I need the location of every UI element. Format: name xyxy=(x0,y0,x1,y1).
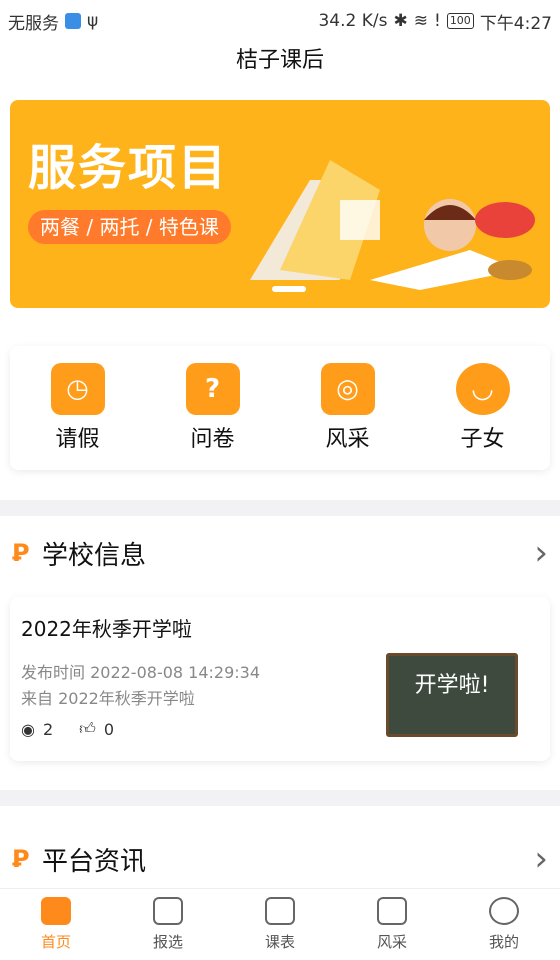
quick-leave-label: 请假 xyxy=(55,427,100,452)
hourglass-icon xyxy=(265,897,295,925)
tab-enroll[interactable]: 报选 xyxy=(128,897,208,952)
news-publish-time: 发布时间 2022-08-08 14:29:34 xyxy=(21,663,261,682)
user-icon xyxy=(489,897,519,925)
alert-icon: ! xyxy=(433,11,441,31)
network-speed: 34.2 K/s xyxy=(318,11,388,31)
section-p-icon: Ꝑ xyxy=(12,845,30,873)
chevron-right-icon[interactable]: › xyxy=(534,533,548,573)
usb-icon: ψ xyxy=(87,11,99,31)
like-count-value: 0 xyxy=(103,719,115,739)
quick-gallery-label: 风采 xyxy=(325,427,370,452)
quick-survey-label: 问卷 xyxy=(190,427,235,452)
school-info-header[interactable]: Ꝑ 学校信息 › xyxy=(0,524,560,582)
news-title: 2022年秋季开学啦 xyxy=(21,617,192,641)
status-time: 下午4:27 xyxy=(479,13,552,34)
leave-icon: ◷ xyxy=(50,363,105,415)
school-info-title: 学校信息 xyxy=(42,540,147,571)
battery-indicator: 100 xyxy=(446,13,474,29)
banner-page-indicator xyxy=(272,286,306,292)
bluetooth-icon: ✱ xyxy=(393,11,408,31)
quick-leave[interactable]: ◷ 请假 xyxy=(28,363,128,453)
bottom-tab-bar: 首页 报选 课表 风采 我的 xyxy=(0,888,560,960)
carrier-text: 无服务 xyxy=(8,13,59,34)
tab-home[interactable]: 首页 xyxy=(16,897,96,952)
tab-gallery[interactable]: 风采 xyxy=(352,897,432,952)
home-icon xyxy=(41,897,71,925)
status-bar: 无服务 ψ 34.2 K/s ✱ ≋ ! 100 下午4:27 xyxy=(0,0,560,42)
thumbs-up-icon: 👍︎ xyxy=(79,719,96,738)
survey-icon: ? xyxy=(185,363,240,415)
tab-mine[interactable]: 我的 xyxy=(464,897,544,952)
banner-tagline: 两餐 / 两托 / 特色课 xyxy=(28,210,231,244)
tab-schedule-label: 课表 xyxy=(264,933,295,951)
news-card[interactable]: 2022年秋季开学啦 发布时间 2022-08-08 14:29:34 来自 2… xyxy=(10,597,550,761)
like-count[interactable]: 👍︎ 0 xyxy=(79,719,114,739)
child-face-icon: ◡ xyxy=(455,363,510,415)
chevron-right-icon[interactable]: › xyxy=(534,839,548,879)
view-count-value: 2 xyxy=(42,719,54,739)
tab-enroll-label: 报选 xyxy=(152,933,183,951)
page-title: 桔子课后 xyxy=(235,48,324,73)
section-p-icon: Ꝑ xyxy=(12,539,30,567)
news-thumbnail: 开学啦! xyxy=(386,653,518,737)
service-banner[interactable]: 服务项目 两餐 / 两托 / 特色课 xyxy=(10,100,550,308)
eye-icon: ◉ xyxy=(21,719,35,739)
shield-icon xyxy=(65,13,81,29)
banner-heading: 服务项目 xyxy=(28,140,229,196)
divider xyxy=(0,790,560,806)
tab-mine-label: 我的 xyxy=(488,933,519,951)
tab-gallery-label: 风采 xyxy=(376,933,407,951)
quick-gallery[interactable]: ◎ 风采 xyxy=(298,363,398,453)
divider xyxy=(0,500,560,516)
quick-children[interactable]: ◡ 子女 xyxy=(433,363,533,453)
book-icon xyxy=(153,897,183,925)
view-count: ◉ 2 xyxy=(21,720,53,739)
shield-badge-icon xyxy=(377,897,407,925)
platform-news-title: 平台资讯 xyxy=(42,846,147,877)
quick-actions: ◷ 请假 ? 问卷 ◎ 风采 ◡ 子女 xyxy=(10,346,550,470)
news-source: 来自 2022年秋季开学啦 xyxy=(21,689,195,708)
platform-news-header[interactable]: Ꝑ 平台资讯 › xyxy=(0,830,560,888)
tab-home-label: 首页 xyxy=(40,933,71,951)
quick-children-label: 子女 xyxy=(460,427,505,452)
quick-survey[interactable]: ? 问卷 xyxy=(163,363,263,453)
reading-girl-illustration xyxy=(250,160,535,290)
tab-schedule[interactable]: 课表 xyxy=(240,897,320,952)
camera-icon: ◎ xyxy=(320,363,375,415)
wifi-icon: ≋ xyxy=(413,11,428,31)
